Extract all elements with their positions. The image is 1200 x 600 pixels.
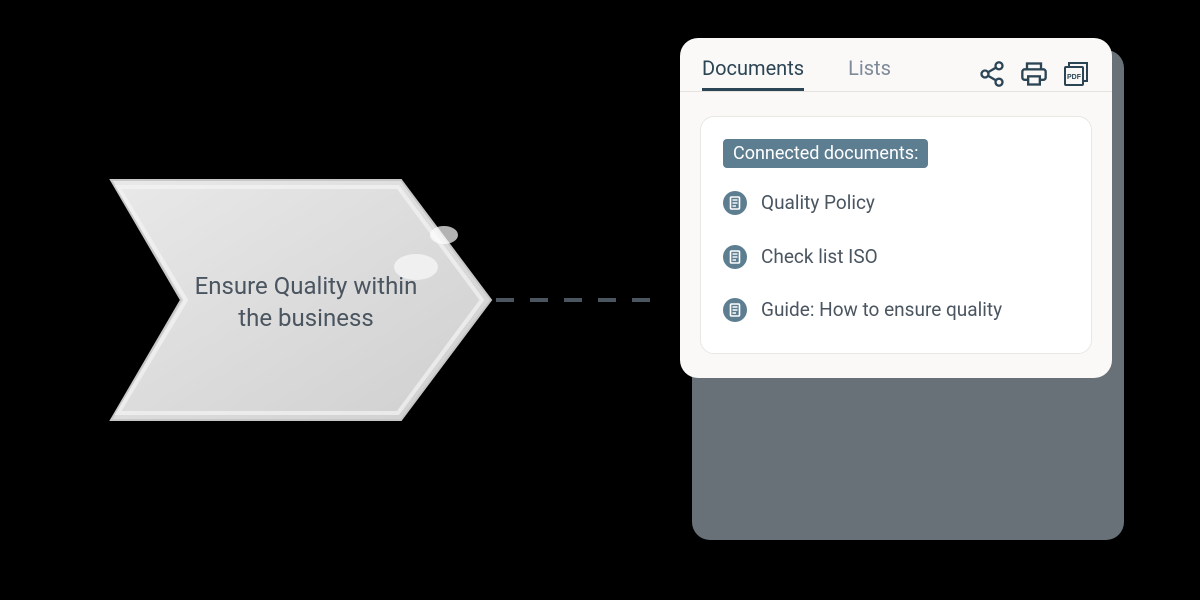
tab-divider: [680, 91, 1112, 92]
documents-panel: Documents Lists: [680, 38, 1112, 378]
print-icon[interactable]: [1020, 60, 1048, 88]
tab-lists[interactable]: Lists: [848, 56, 891, 91]
document-item[interactable]: Quality Policy: [723, 190, 1069, 216]
document-icon: [723, 245, 747, 269]
pdf-icon[interactable]: PDF: [1062, 60, 1090, 88]
svg-text:PDF: PDF: [1067, 74, 1082, 81]
document-icon: [723, 191, 747, 215]
document-label: Quality Policy: [761, 190, 875, 216]
connector-line: [496, 298, 661, 302]
connected-documents-card: Connected documents: Quality Policy Chec…: [700, 116, 1092, 354]
document-label: Check list ISO: [761, 244, 878, 270]
document-item[interactable]: Guide: How to ensure quality: [723, 297, 1069, 323]
share-icon[interactable]: [978, 60, 1006, 88]
process-arrow-label: Ensure Quality within the business: [176, 270, 436, 335]
section-title-chip: Connected documents:: [723, 139, 928, 168]
document-label: Guide: How to ensure quality: [761, 297, 1002, 323]
document-icon: [723, 298, 747, 322]
tab-bar: Documents Lists: [680, 38, 1112, 91]
document-item[interactable]: Check list ISO: [723, 244, 1069, 270]
tab-documents[interactable]: Documents: [702, 56, 804, 91]
process-arrow[interactable]: Ensure Quality within the business: [106, 175, 496, 425]
